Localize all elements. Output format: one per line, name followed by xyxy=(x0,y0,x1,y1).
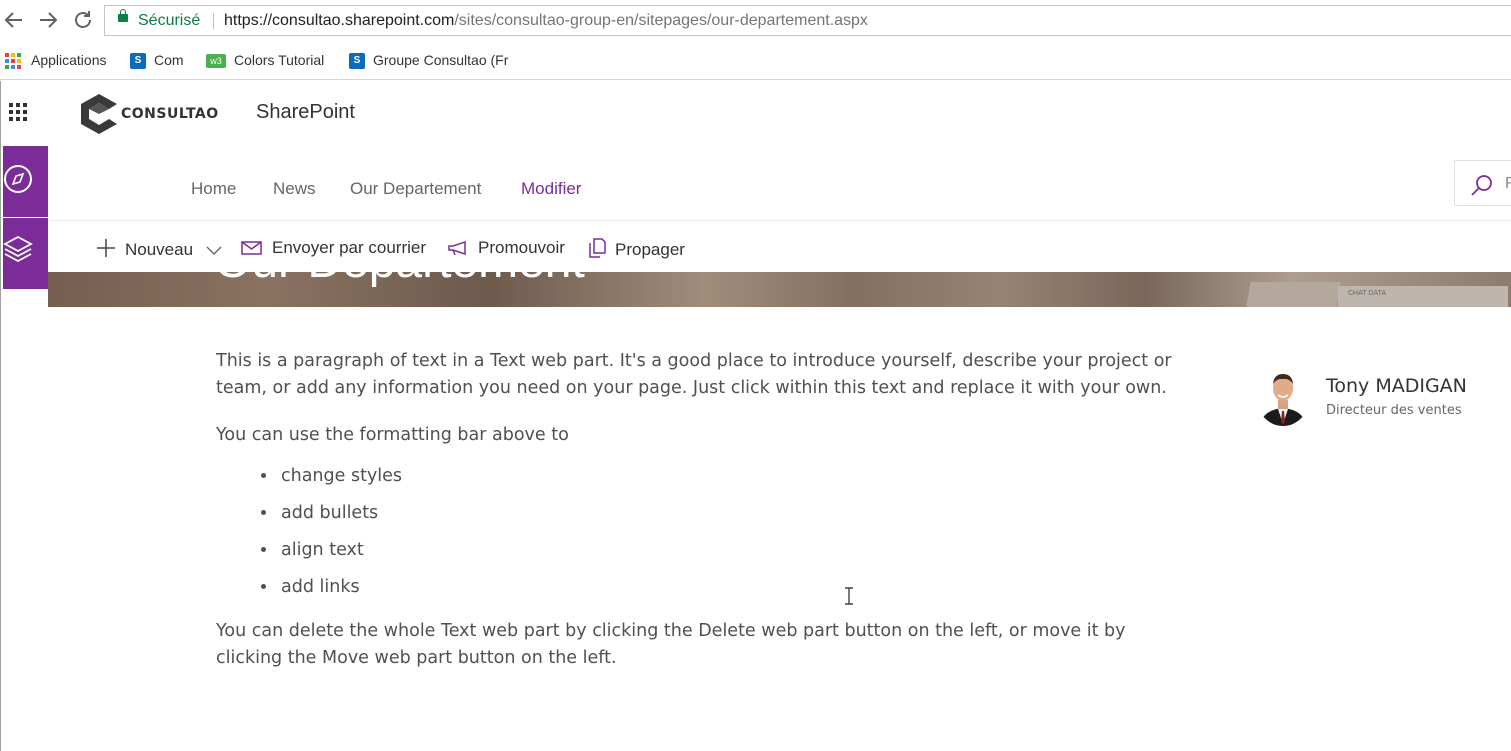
lock-icon xyxy=(118,9,128,22)
send-email-label: Envoyer par courrier xyxy=(272,238,427,257)
nav-our-departement[interactable]: Our Departement xyxy=(350,179,481,199)
bookmark-label: Colors Tutorial xyxy=(234,52,325,68)
back-arrow-icon[interactable] xyxy=(2,8,26,32)
list-item: add bullets xyxy=(278,500,1191,527)
copy-pages-icon xyxy=(589,238,606,258)
search-box[interactable]: R xyxy=(1454,160,1511,206)
plus-icon xyxy=(97,239,115,257)
bookmark-com[interactable]: S Com xyxy=(130,51,184,70)
logo-text: CONSULTAO xyxy=(121,106,219,122)
sharepoint-icon: S xyxy=(130,53,146,70)
send-email-button[interactable]: Envoyer par courrier xyxy=(241,238,426,258)
list-item: align text xyxy=(278,537,1191,564)
nav-modifier[interactable]: Modifier xyxy=(521,179,581,199)
avatar xyxy=(1258,366,1308,426)
bullet-list: change styles add bullets align text add… xyxy=(278,463,1191,601)
layers-icon xyxy=(3,235,33,263)
new-label: Nouveau xyxy=(125,240,194,259)
text-cursor-icon xyxy=(845,587,853,605)
bookmark-label: Applications xyxy=(31,52,107,68)
nav-news[interactable]: News xyxy=(273,179,316,199)
app-launcher-icon[interactable] xyxy=(9,103,27,121)
url-path: /sites/consultao-group-en/sitepages/our-… xyxy=(454,12,868,29)
paragraph-intro: This is a paragraph of text in a Text we… xyxy=(216,351,1172,398)
propagate-label: Propager xyxy=(615,240,685,259)
forward-arrow-icon[interactable] xyxy=(36,8,60,32)
bookmark-colors-tutorial[interactable]: w3 Colors Tutorial xyxy=(206,51,324,69)
person-role: Directeur des ventes xyxy=(1326,403,1462,418)
bookmark-groupe-consultao[interactable]: S Groupe Consultao (Fr xyxy=(349,51,509,70)
apps-grid-icon xyxy=(5,53,21,70)
reload-icon[interactable] xyxy=(71,8,95,32)
url-text[interactable]: https://consultao.sharepoint.com/sites/c… xyxy=(224,6,868,35)
search-icon xyxy=(1471,175,1492,196)
person-card[interactable]: Tony MADIGAN Directeur des ventes xyxy=(1258,366,1511,426)
chevron-down-icon xyxy=(206,246,222,255)
command-bar: Nouveau Envoyer par courrier Promouvoir … xyxy=(48,222,1511,272)
site-navigation: Home News Our Departement Modifier R xyxy=(48,155,1511,221)
search-placeholder: R xyxy=(1505,175,1511,192)
url-host: https://consultao.sharepoint.com xyxy=(224,12,455,29)
person-name: Tony MADIGAN xyxy=(1326,375,1467,397)
new-button[interactable]: Nouveau xyxy=(96,238,222,260)
hero-banner: CHAT DATA Our Departement xyxy=(48,272,1511,307)
layers-button[interactable] xyxy=(3,218,48,289)
bookmark-label: Groupe Consultao (Fr xyxy=(373,52,509,68)
paragraph-formatting: You can use the formatting bar above to xyxy=(216,425,569,445)
address-separator xyxy=(213,13,214,29)
app-name[interactable]: SharePoint xyxy=(256,101,355,124)
address-bar[interactable]: Sécurisé https://consultao.sharepoint.co… xyxy=(104,5,1511,36)
suite-bar: CONSULTAO SharePoint xyxy=(3,81,1511,146)
compass-button[interactable] xyxy=(3,146,48,217)
sharepoint-icon: S xyxy=(349,53,365,70)
w3schools-icon: w3 xyxy=(206,54,226,69)
page-title: Our Departement xyxy=(214,272,585,289)
list-item: add links xyxy=(278,574,1191,601)
browser-toolbar: Sécurisé https://consultao.sharepoint.co… xyxy=(0,0,1511,40)
bookmark-label: Com xyxy=(154,52,184,68)
bookmark-applications[interactable]: Applications xyxy=(5,51,107,70)
promote-button[interactable]: Promouvoir xyxy=(447,238,565,258)
compass-icon xyxy=(4,165,32,193)
mail-icon xyxy=(241,241,262,255)
propagate-button[interactable]: Propager xyxy=(588,238,685,260)
list-item: change styles xyxy=(278,463,1191,490)
promote-label: Promouvoir xyxy=(478,238,565,257)
text-web-part[interactable]: This is a paragraph of text in a Text we… xyxy=(216,348,1191,692)
nav-home[interactable]: Home xyxy=(191,179,236,199)
paragraph-delete: You can delete the whole Text web part b… xyxy=(216,621,1126,668)
megaphone-icon xyxy=(448,240,466,256)
consultao-logo[interactable]: CONSULTAO xyxy=(79,92,218,136)
consultao-logo-mark xyxy=(81,94,117,134)
bookmarks-bar: Applications S Com w3 Colors Tutorial S Gro… xyxy=(0,40,1511,80)
secure-label: Sécurisé xyxy=(138,12,201,29)
